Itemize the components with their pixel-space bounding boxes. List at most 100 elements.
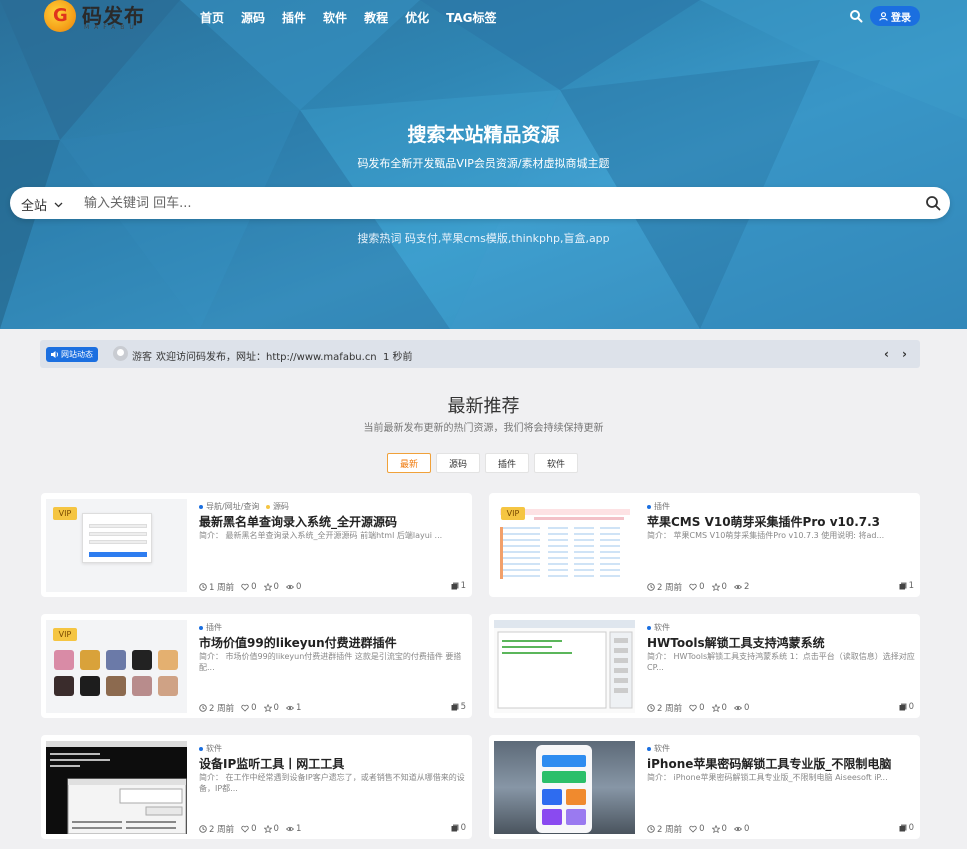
search-icon[interactable] [849,9,863,23]
like-count: 0 [699,703,705,713]
resource-card[interactable]: 软件 HWTools解锁工具支持鸿蒙系统 简介： HWTools解锁工具支持鸿蒙… [489,614,920,718]
phone-app-screenshot [536,745,592,833]
publish-time: 1 周前 [209,583,235,593]
category-link[interactable]: 软件 [654,623,670,632]
top-navbar: G 码发布 MAFABU 首页 源码 插件 软件 教程 优化 TAG标签 登录 [0,0,967,34]
nav-item-optimize[interactable]: 优化 [405,9,429,26]
tab-source[interactable]: 源码 [436,453,481,473]
login-label: 登录 [891,12,911,24]
resource-card[interactable]: VIP 插件 苹果CMS V10萌芽采集插件Pro v10.7.3 简介： 苹果… [489,493,920,597]
clock-icon [199,583,207,591]
hot-keywords-list[interactable]: 码支付,苹果cms模版,thinkphp,盲盒,app [405,232,610,245]
nav-item-software[interactable]: 软件 [323,9,347,26]
category-link[interactable]: 软件 [206,744,222,753]
category-link[interactable]: 导航/网址/查询 [206,502,259,511]
search-input[interactable] [84,193,904,213]
tab-software[interactable]: 软件 [534,453,579,473]
files-icon [451,824,459,832]
nav-item-home[interactable]: 首页 [200,9,224,26]
chevron-left-icon[interactable]: ‹ [884,347,889,361]
chevron-right-icon[interactable]: › [902,347,907,361]
heart-icon [241,825,249,833]
resource-thumbnail[interactable] [46,741,187,834]
like-count: 0 [251,582,257,592]
resource-title[interactable]: 苹果CMS V10萌芽采集插件Pro v10.7.3 [647,513,913,530]
tab-plugins[interactable]: 插件 [485,453,530,473]
category-link[interactable]: 软件 [654,744,670,753]
publish-time: 2 周前 [209,825,235,835]
heart-icon [689,583,697,591]
resource-thumbnail[interactable] [494,620,635,713]
like-count: 0 [251,703,257,713]
site-logo[interactable]: G 码发布 MAFABU [44,0,164,34]
file-count-value: 0 [460,823,466,833]
resource-meta: 1 周前 0 0 0 [199,581,301,593]
star-icon [711,583,720,591]
search-scope-select[interactable]: 全站 [21,195,63,214]
resource-card[interactable]: 软件 iPhone苹果密码解锁工具专业版_不限制电脑 简介： iPhone苹果密… [489,735,920,839]
resource-meta: 2 周前 0 0 1 [199,702,301,714]
resource-title[interactable]: 最新黑名单查询录入系统_全开源源码 [199,513,465,530]
resource-categories: 插件 [647,501,670,512]
hero-subtitle: 码发布全新开发甄品VIP会员资源/素材虚拟商城主题 [357,157,610,170]
view-count: 0 [743,703,750,713]
view-count: 0 [743,824,750,834]
publish-time: 2 周前 [657,825,683,835]
search-scope-label: 全站 [21,199,48,214]
nav-item-plugins[interactable]: 插件 [282,9,306,26]
publish-time: 2 周前 [657,704,683,714]
clock-icon [647,583,655,591]
favorite-count: 0 [721,582,727,592]
nav-item-tutorials[interactable]: 教程 [364,9,388,26]
resource-title[interactable]: 设备IP监听工具丨网工工具 [199,755,465,772]
chevron-down-icon [54,202,63,207]
category-tabs: 最新 源码 插件 软件 [387,453,579,473]
resource-card[interactable]: 软件 设备IP监听工具丨网工工具 简介： 在工作中经常遇到设备IP客户遗忘了，或… [41,735,472,839]
category-link[interactable]: 源码 [273,502,289,511]
resource-card[interactable]: VIP 插件 市场价值99的likeyun付费进群插件 简介： 市场价值99的l… [41,614,472,718]
clock-icon [647,825,655,833]
vip-badge: VIP [53,507,77,520]
resource-title[interactable]: 市场价值99的likeyun付费进群插件 [199,634,465,651]
eye-icon [733,584,742,590]
resource-thumbnail[interactable] [494,741,635,834]
news-message: 游客 欢迎访问码发布，网址：http://www.mafabu.cn 1 秒前 [132,348,413,363]
category-link[interactable]: 插件 [654,502,670,511]
nav-item-source[interactable]: 源码 [241,9,265,26]
search-submit-icon[interactable] [925,195,941,211]
file-count-value: 1 [908,581,914,591]
tab-latest[interactable]: 最新 [387,453,432,473]
resource-categories: 软件 [647,622,670,633]
file-count: 1 [899,581,914,591]
resource-thumbnail[interactable]: VIP [494,499,635,592]
eye-icon [733,705,742,711]
resource-title[interactable]: HWTools解锁工具支持鸿蒙系统 [647,634,913,651]
category-link[interactable]: 插件 [206,623,222,632]
heart-icon [241,583,249,591]
hot-keywords: 搜索热词 码支付,苹果cms模版,thinkphp,盲盒,app [0,230,967,246]
resource-thumbnail[interactable]: VIP [46,620,187,713]
resource-card[interactable]: VIP 导航/网址/查询 源码 最新黑名单查询录入系统_全开源源码 简介： 最新… [41,493,472,597]
resource-title[interactable]: iPhone苹果密码解锁工具专业版_不限制电脑 [647,755,913,772]
login-button[interactable]: 登录 [870,6,920,26]
terminal-screenshot [46,741,187,834]
search-bar: 全站 [10,187,950,219]
clock-icon [199,704,207,712]
nav-item-tags[interactable]: TAG标签 [446,9,496,26]
main-menu: 首页 源码 插件 软件 教程 优化 TAG标签 [200,9,514,26]
resource-meta: 2 周前 0 0 2 [647,581,749,593]
star-icon [263,583,272,591]
resource-meta: 2 周前 0 0 0 [647,823,749,835]
view-count: 1 [295,824,302,834]
star-icon [263,704,272,712]
view-count: 0 [295,582,302,592]
resource-meta: 2 周前 0 0 1 [199,823,301,835]
like-count: 0 [699,582,705,592]
vip-badge: VIP [501,507,525,520]
resource-categories: 软件 [199,743,222,754]
file-count: 0 [899,702,914,712]
resource-thumbnail[interactable]: VIP [46,499,187,592]
favorite-count: 0 [721,824,727,834]
file-count: 5 [451,702,466,712]
like-count: 0 [251,824,257,834]
